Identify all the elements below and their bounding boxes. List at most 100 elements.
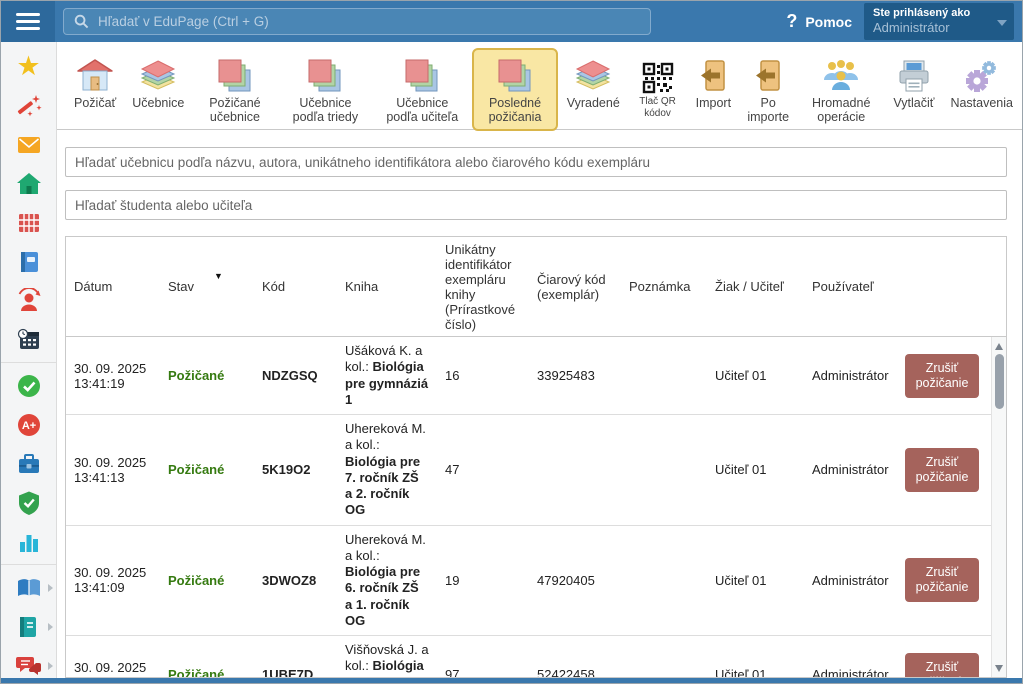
loan-status: Požičané	[160, 368, 254, 383]
table-row: 30. 09. 2025 13:41:19 Požičané NDZGSQ Uš…	[66, 337, 1006, 415]
global-search-placeholder: Hľadať v EduPage (Ctrl + G)	[98, 14, 269, 29]
loan-book: Uhereková M. a kol.: Biológia pre 6. roč…	[337, 532, 437, 630]
toolbar-item-nastavenia[interactable]: Nastavenia	[943, 48, 1020, 116]
sidebar-item-briefcase[interactable]	[1, 444, 56, 483]
toolbar-item-po-importe[interactable]: Po importe	[740, 48, 796, 131]
calendar-clock-icon	[16, 327, 42, 353]
loan-barcode: 47920405	[529, 573, 621, 588]
toolbar-item-vyradene[interactable]: Vyradené	[560, 48, 627, 116]
toolbar-item-pozicat[interactable]: Požičať	[67, 48, 123, 116]
chevron-right-icon	[48, 584, 53, 592]
shield-check-icon	[16, 490, 42, 516]
favorites-star-icon: ★	[16, 53, 40, 80]
toolbar-item-posledne-pozicania[interactable]: Posledné požičania	[472, 48, 557, 131]
loan-unique-id: 19	[437, 573, 529, 588]
global-search-input[interactable]: Hľadať v EduPage (Ctrl + G)	[63, 8, 651, 35]
loan-user: Administrátor	[804, 667, 897, 677]
loan-date: 30. 09. 2025 13:41:09	[66, 565, 160, 595]
sidebar-item-communication[interactable]	[1, 646, 56, 684]
chevron-right-icon	[48, 662, 53, 670]
substitution-person-icon	[16, 288, 42, 314]
toolbar-item-ucebnice[interactable]: Učebnice	[125, 48, 191, 116]
top-header-bar: Hľadať v EduPage (Ctrl + G) ? Pomoc Ste …	[1, 1, 1022, 42]
mail-envelope-icon	[16, 132, 42, 158]
cancel-loan-button[interactable]: Zrušiť požičanie	[905, 354, 979, 398]
qr-code-icon	[642, 54, 674, 94]
help-button[interactable]: ? Pomoc	[786, 11, 852, 32]
house-lend-icon	[76, 54, 114, 94]
user-account-dropdown[interactable]: Ste prihlásený ako Administrátor	[864, 3, 1014, 40]
person-search-input[interactable]	[65, 190, 1007, 220]
scroll-down-arrow[interactable]	[992, 661, 1006, 675]
cancel-loan-button[interactable]: Zrušiť požičanie	[905, 448, 979, 492]
logged-in-as-label: Ste prihlásený ako	[873, 7, 996, 19]
sidebar-item-security[interactable]	[1, 483, 56, 522]
column-header-stav[interactable]: Stav	[160, 279, 254, 294]
sidebar-item-calendar[interactable]	[1, 320, 56, 359]
sidebar-item-classbook[interactable]	[1, 242, 56, 281]
column-header-ziak-ucitel[interactable]: Žiak / Učiteľ	[707, 279, 804, 294]
toolbar-item-ucebnice-podla-ucitela[interactable]: Učebnice podľa učiteľa	[374, 48, 470, 131]
loan-person: Učiteľ 01	[707, 667, 804, 677]
briefcase-icon	[16, 451, 42, 477]
column-header-kod[interactable]: Kód	[254, 279, 337, 294]
loan-code: 3DWOZ8	[254, 573, 337, 588]
chevron-right-icon	[48, 623, 53, 631]
table-row: 30. 09. 2025 13:41:04 Požičané 1UBE7D Vi…	[66, 636, 1006, 677]
sidebar-item-favorites[interactable]: ★	[1, 47, 56, 86]
sidebar-item-grades[interactable]: A+	[1, 405, 56, 444]
stacked-squares-icon	[497, 54, 533, 94]
question-mark-icon: ?	[786, 11, 797, 32]
printer-icon	[896, 54, 932, 94]
column-header-unikatny-identifikator[interactable]: Unikátny identifikátor exempláru knihy (…	[437, 242, 529, 332]
toolbar-item-hromadne-operacie[interactable]: Hromadné operácie	[798, 48, 884, 131]
table-scrollbar[interactable]	[991, 337, 1006, 677]
cancel-loan-button[interactable]: Zrušiť požičanie	[905, 558, 979, 602]
edupage-library-window: Hľadať v EduPage (Ctrl + G) ? Pomoc Ste …	[0, 0, 1023, 684]
sidebar-item-results[interactable]	[1, 522, 56, 561]
book-search-input[interactable]	[65, 147, 1007, 177]
loan-date: 30. 09. 2025 13:41:13	[66, 455, 160, 485]
sidebar-item-timetable[interactable]	[1, 203, 56, 242]
table-row: 30. 09. 2025 13:41:09 Požičané 3DWOZ8 Uh…	[66, 526, 1006, 637]
layers-stack-icon	[138, 54, 178, 94]
loan-person: Učiteľ 01	[707, 368, 804, 383]
toolbar-item-pozicane-ucebnice[interactable]: Požičané učebnice	[193, 48, 276, 131]
sidebar-item-home[interactable]	[1, 164, 56, 203]
notebook-icon	[16, 249, 42, 275]
loan-code: 1UBE7D	[254, 667, 337, 677]
gears-icon	[963, 54, 1001, 94]
loan-barcode: 33925483	[529, 368, 621, 383]
loan-status: Požičané	[160, 667, 254, 677]
loan-status: Požičané	[160, 573, 254, 588]
hamburger-icon	[16, 13, 40, 16]
sidebar-item-plans[interactable]	[1, 607, 56, 646]
hamburger-menu-button[interactable]	[1, 1, 55, 42]
column-header-pouzivatel[interactable]: Používateľ	[804, 279, 897, 294]
toolbar-item-ucebnice-podla-triedy[interactable]: Učebnice podľa triedy	[279, 48, 373, 131]
toolbar-item-tlac-qr-kodov[interactable]: Tlač QR kódov	[629, 48, 687, 125]
sidebar-item-messages-mail[interactable]	[1, 125, 56, 164]
cancel-loan-button[interactable]: Zrušiť požičanie	[905, 653, 979, 678]
loan-code: 5K19O2	[254, 462, 337, 477]
chevron-down-icon	[997, 20, 1007, 26]
loan-user: Administrátor	[804, 462, 897, 477]
lesson-plans-document-icon	[16, 614, 42, 640]
sidebar-item-substitution[interactable]	[1, 281, 56, 320]
toolbar-item-vytlacit[interactable]: Vytlačiť	[886, 48, 941, 116]
column-header-ciarovy-kod[interactable]: Čiarový kód (exemplár)	[529, 272, 621, 302]
sidebar-item-library[interactable]	[1, 568, 56, 607]
loan-code: NDZGSQ	[254, 368, 337, 383]
scroll-up-arrow[interactable]	[992, 339, 1006, 353]
toolbar-item-import[interactable]: Import	[688, 48, 738, 116]
scrollbar-thumb[interactable]	[995, 354, 1004, 409]
sidebar-item-attendance[interactable]	[1, 366, 56, 405]
loan-unique-id: 16	[437, 368, 529, 383]
column-header-poznamka[interactable]: Poznámka	[621, 279, 707, 294]
sort-descending-icon[interactable]: ▼	[214, 271, 223, 281]
sidebar-item-wizard[interactable]	[1, 86, 56, 125]
library-book-icon	[16, 575, 42, 601]
help-label: Pomoc	[805, 14, 852, 30]
column-header-kniha[interactable]: Kniha	[337, 279, 437, 294]
column-header-datum[interactable]: Dátum	[66, 279, 160, 294]
